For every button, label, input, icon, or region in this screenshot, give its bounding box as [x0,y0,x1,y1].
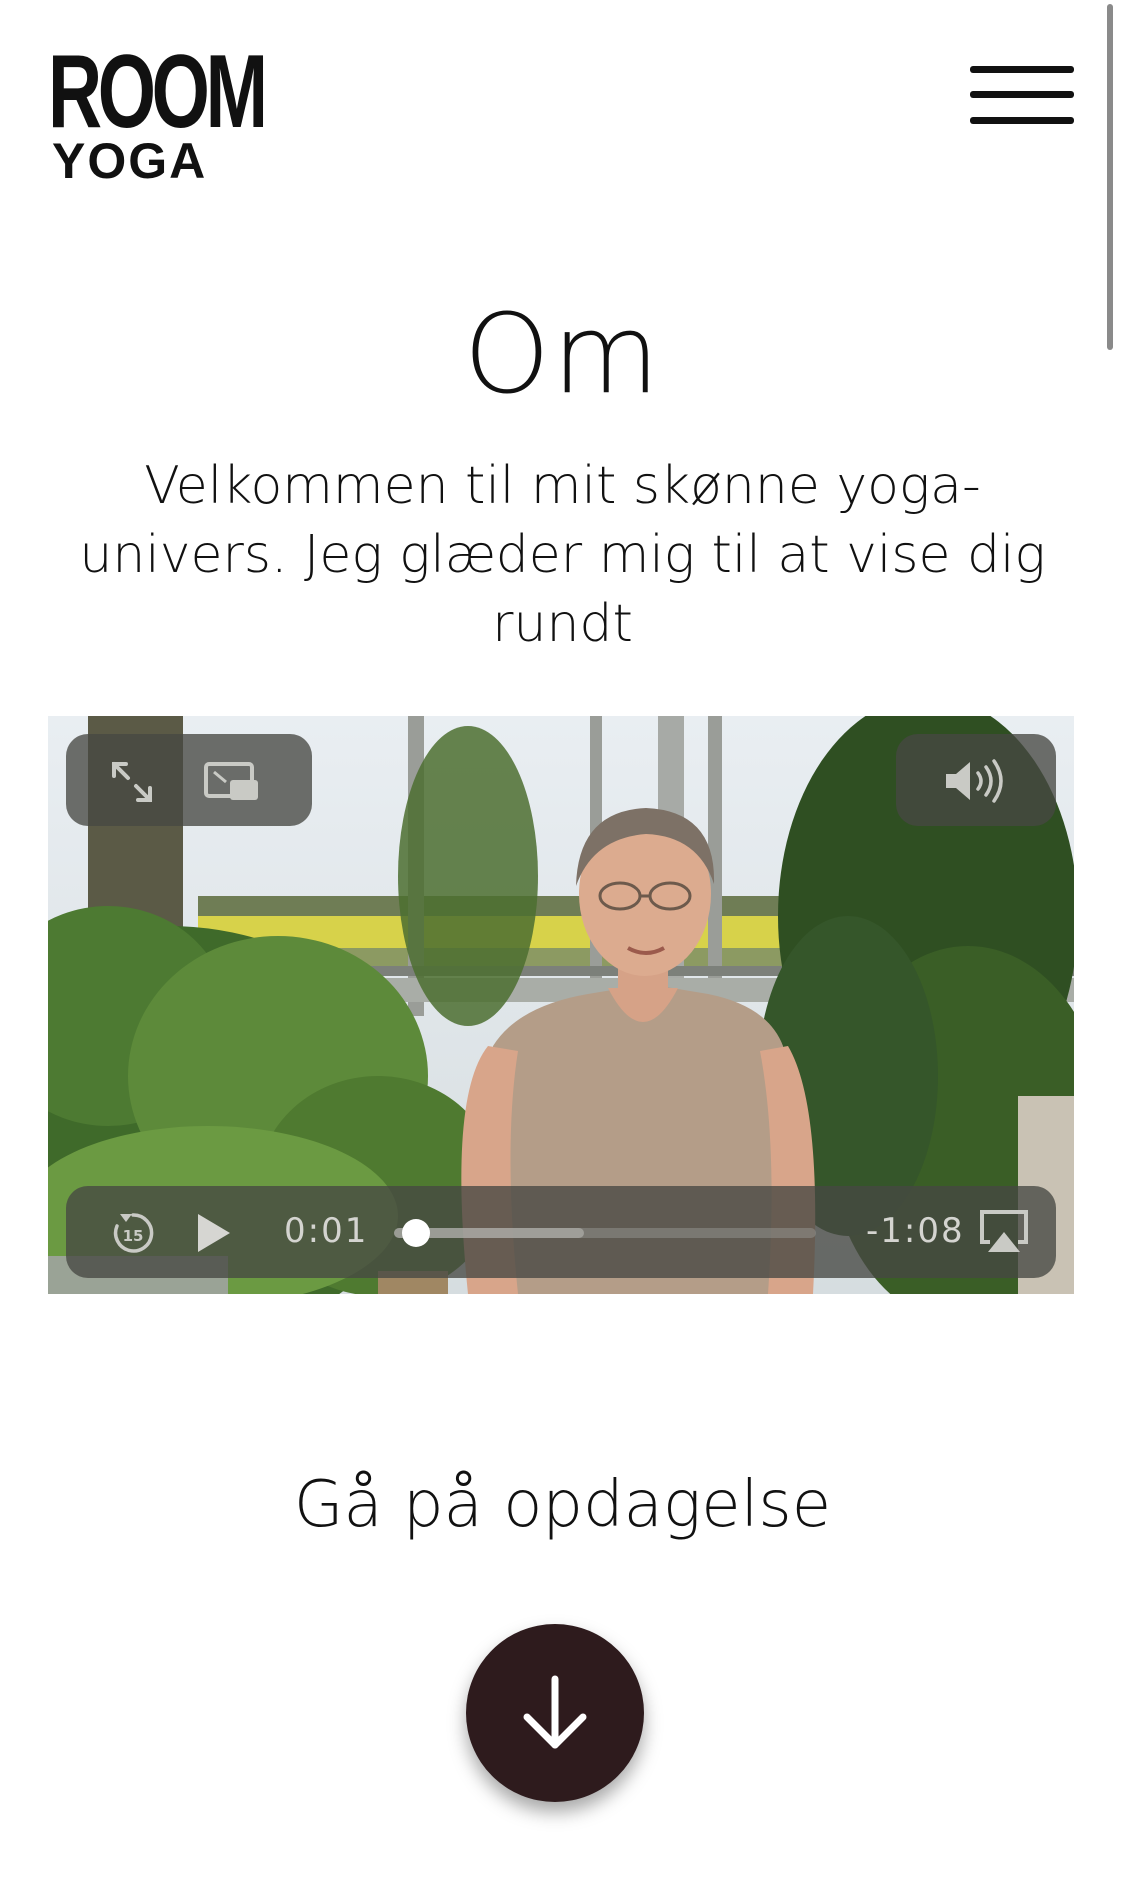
current-time: 0:01 [284,1211,369,1251]
svg-text:15: 15 [123,1227,144,1245]
video-bottom-controls: 15 0:01 -1:08 [66,1186,1056,1278]
play-icon[interactable] [194,1212,234,1254]
volume-icon[interactable] [942,756,1012,806]
airplay-icon[interactable] [978,1208,1030,1256]
room-yoga-logo[interactable]: ROOM YOGA [48,34,268,186]
page-title: Om [463,290,662,418]
remaining-time: -1:08 [866,1211,965,1251]
discover-heading: Gå på opdagelse [293,1468,832,1542]
discover-scroll-button[interactable] [466,1624,644,1802]
hamburger-bar [970,117,1074,124]
rewind-15-icon[interactable]: 15 [110,1210,156,1256]
page: ROOM YOGA Om Velkommen til mit skønne yo… [0,0,1125,1900]
fullscreen-icon[interactable] [108,758,156,806]
hamburger-menu-icon [970,66,1074,73]
video-progress-track[interactable] [394,1219,816,1247]
logo-room-text: ROOM [48,34,268,150]
intro-text: Velkommen til mit skønne yoga-univers. J… [79,456,1046,654]
video-top-left-controls [66,734,312,826]
video-progress-thumb[interactable] [402,1219,431,1247]
hamburger-bar [970,91,1074,98]
arrow-down-icon [523,1675,587,1749]
picture-in-picture-icon[interactable] [202,758,262,806]
intro-video-player[interactable]: 15 0:01 -1:08 [48,716,1074,1294]
video-top-right-controls [896,734,1056,826]
hamburger-menu-button[interactable] [970,60,1078,132]
